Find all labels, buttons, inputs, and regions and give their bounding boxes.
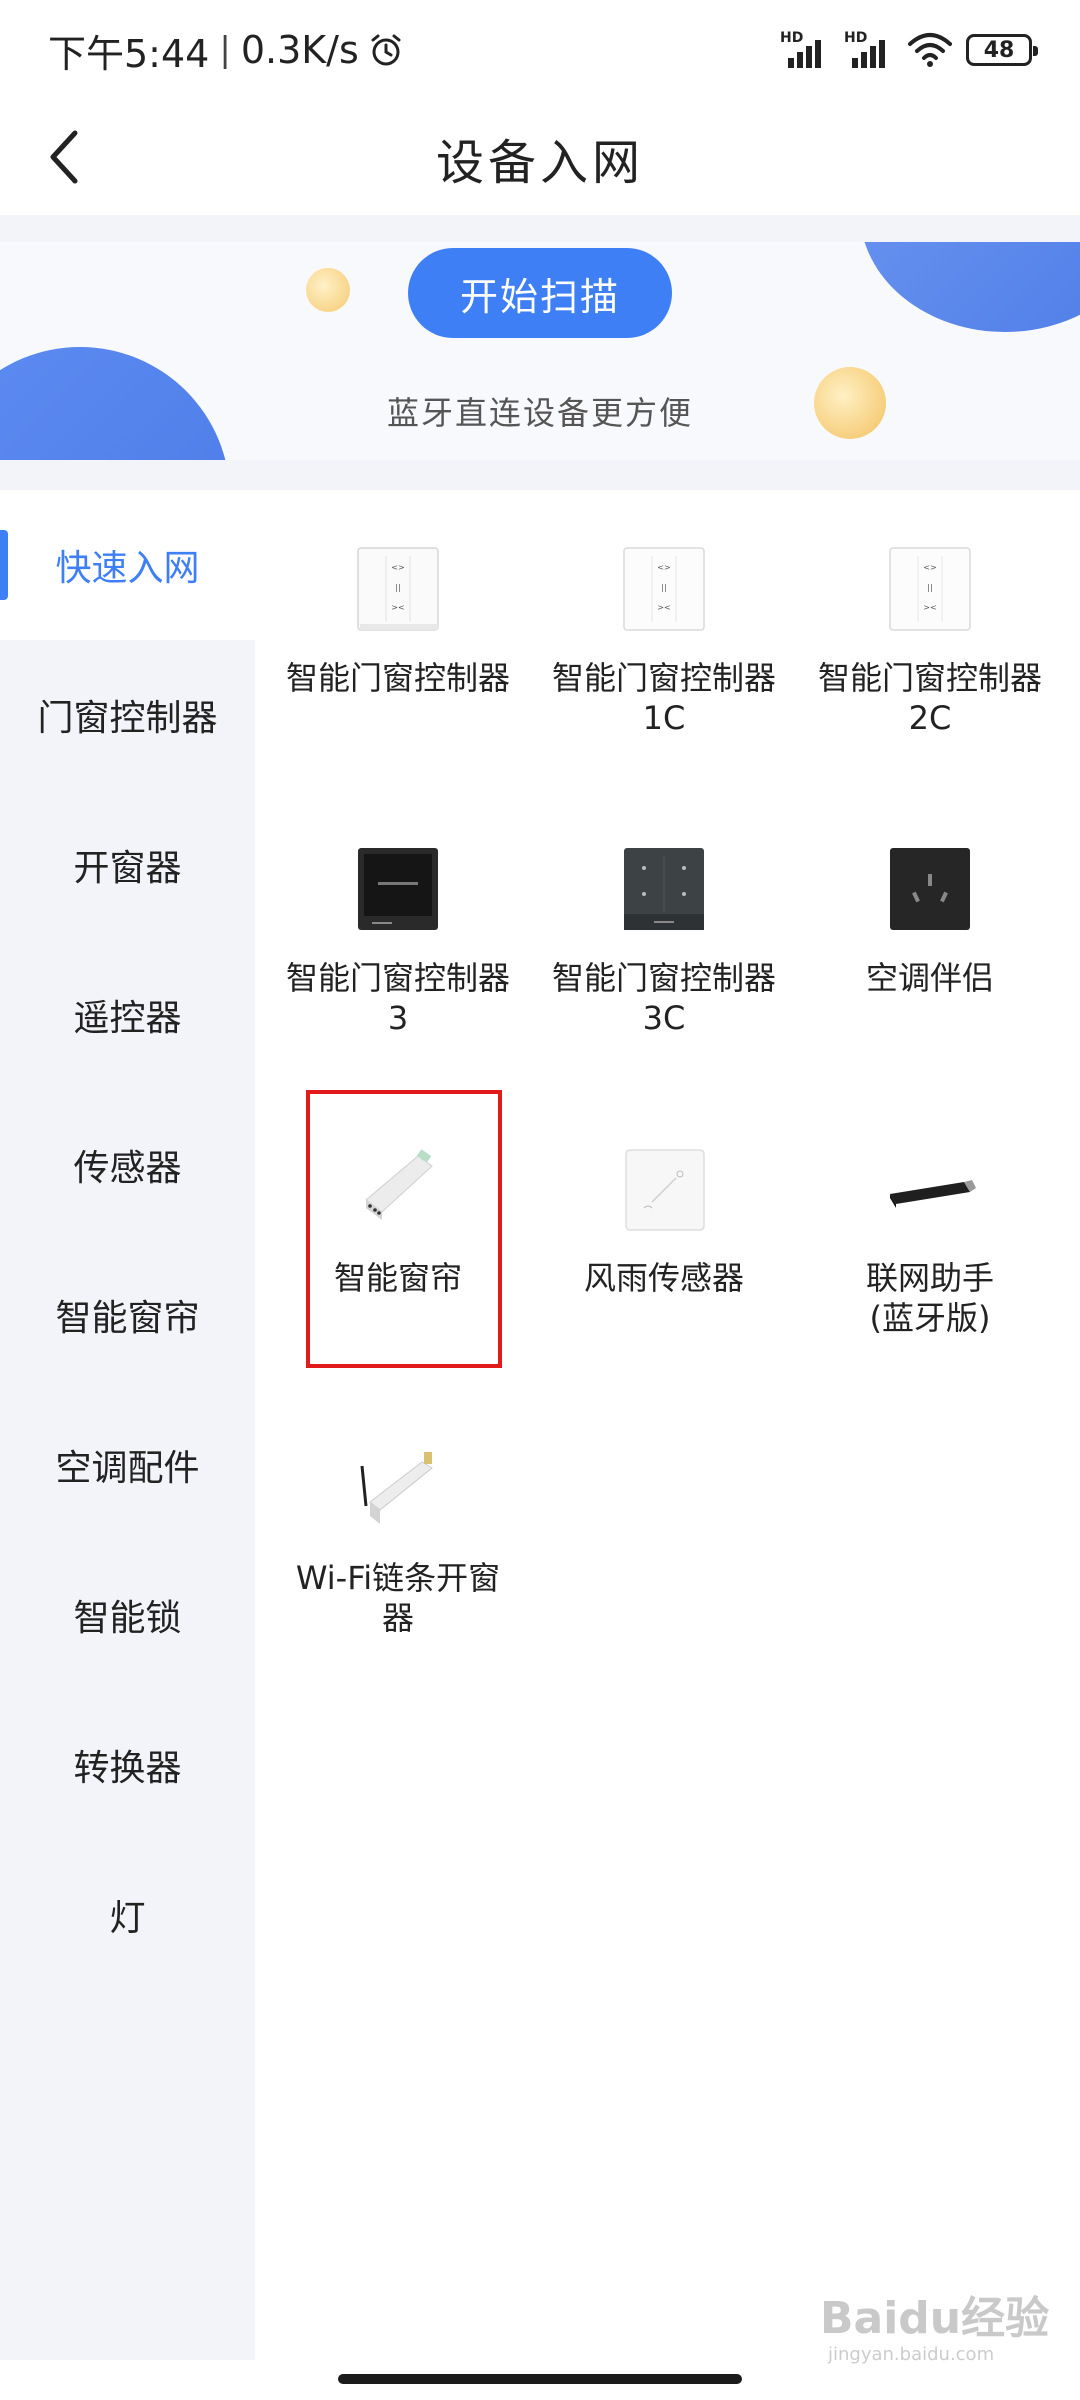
white-switch-panel-icon: <> || >< — [623, 547, 705, 631]
svg-text:><: >< — [657, 603, 670, 612]
device-label: 智能门窗控制器 2C — [817, 659, 1042, 737]
network-speed: 0.3K/s — [240, 28, 359, 72]
status-time: 下午5:44 — [48, 31, 210, 76]
device-card[interactable]: 联网助手 (蓝牙版) — [797, 1090, 1063, 1390]
svg-text:<>: <> — [391, 563, 404, 572]
highlight-box — [306, 1090, 502, 1368]
signal-sim2-icon: HD — [844, 30, 894, 70]
decorative-circle-right — [860, 242, 1080, 332]
sidebar-item-light[interactable]: 灯 — [0, 1840, 255, 1990]
signal-sim1-icon: HD — [780, 30, 830, 70]
svg-text:><: >< — [923, 603, 936, 612]
sidebar-item-quick-setup[interactable]: 快速入网 — [0, 490, 255, 640]
status-separator: | — [219, 30, 231, 70]
start-scan-button[interactable]: 开始扫描 — [408, 248, 672, 338]
svg-text:<>: <> — [923, 563, 936, 572]
device-label: Wi-Fi链条开窗 器 — [295, 1559, 501, 1637]
banner-subtitle: 蓝牙直连设备更方便 — [386, 394, 693, 432]
status-bar: 下午5:44 | 0.3K/s HD HD 48 — [0, 0, 1080, 100]
baidu-watermark: Baidu经验 — [820, 2293, 1050, 2344]
svg-text:><: >< — [391, 603, 404, 612]
device-label: 智能门窗控制器 3 — [285, 959, 510, 1037]
svg-text:||: || — [395, 583, 400, 592]
device-label: 风雨传感器 — [583, 1259, 744, 1297]
chevron-left-icon — [50, 130, 78, 184]
device-label: 空调伴侣 — [865, 959, 994, 997]
device-card[interactable]: 空调伴侣 — [797, 790, 1063, 1090]
device-label: 智能门窗控制器 1C — [551, 659, 776, 737]
watermark-url: jingyan.baidu.com — [828, 2344, 995, 2365]
decorative-dot-small — [306, 268, 350, 312]
sidebar-item-converter[interactable]: 转换器 — [0, 1690, 255, 1840]
white-switch-panel-icon: <> || >< — [889, 547, 971, 631]
device-label: 智能门窗控制器 3C — [551, 959, 776, 1037]
device-card[interactable]: <> || >< 智能门窗控制器 — [265, 490, 531, 790]
device-card[interactable]: 智能门窗控制器 3 — [265, 790, 531, 1090]
sidebar-item-remote[interactable]: 遥控器 — [0, 940, 255, 1090]
white-switch-panel-icon: <> || >< — [357, 547, 439, 631]
svg-text:<>: <> — [657, 563, 670, 572]
device-card[interactable]: 智能门窗控制器 3C — [531, 790, 797, 1090]
svg-text:||: || — [927, 583, 932, 592]
alarm-icon — [371, 34, 401, 66]
chain-window-opener-icon — [360, 1452, 433, 1524]
rain-sensor-icon — [625, 1149, 705, 1231]
sidebar-item-sensor[interactable]: 传感器 — [0, 1090, 255, 1240]
category-sidebar: 快速入网 门窗控制器 开窗器 遥控器 传感器 智能窗帘 空调配件 智能锁 转换器… — [0, 490, 255, 2360]
title-bar: 设备入网 — [0, 100, 1080, 215]
sidebar-item-smart-curtain[interactable]: 智能窗帘 — [0, 1240, 255, 1390]
sidebar-item-smart-lock[interactable]: 智能锁 — [0, 1540, 255, 1690]
device-label: 智能门窗控制器 — [285, 659, 510, 697]
back-button[interactable] — [30, 122, 100, 192]
black-screen-panel-icon — [358, 848, 438, 930]
dark-switch-panel-icon — [624, 848, 704, 930]
device-card[interactable]: 风雨传感器 — [531, 1090, 797, 1390]
battery-icon: 48 — [966, 34, 1038, 66]
sidebar-item-window-opener[interactable]: 开窗器 — [0, 790, 255, 940]
device-card[interactable]: Wi-Fi链条开窗 器 — [265, 1390, 531, 1690]
battery-level: 48 — [983, 37, 1015, 63]
device-card[interactable]: <> || >< 智能门窗控制器 2C — [797, 490, 1063, 790]
usb-dongle-icon — [890, 1180, 976, 1208]
wifi-icon — [908, 33, 952, 67]
device-label: 联网助手 (蓝牙版) — [865, 1259, 994, 1337]
sidebar-item-window-controller[interactable]: 门窗控制器 — [0, 640, 255, 790]
black-socket-panel-icon — [890, 848, 970, 930]
home-indicator[interactable] — [338, 2374, 742, 2384]
svg-text:||: || — [661, 583, 666, 592]
device-card[interactable]: <> || >< 智能门窗控制器 1C — [531, 490, 797, 790]
page-title: 设备入网 — [435, 134, 644, 191]
sidebar-item-ac-accessory[interactable]: 空调配件 — [0, 1390, 255, 1540]
